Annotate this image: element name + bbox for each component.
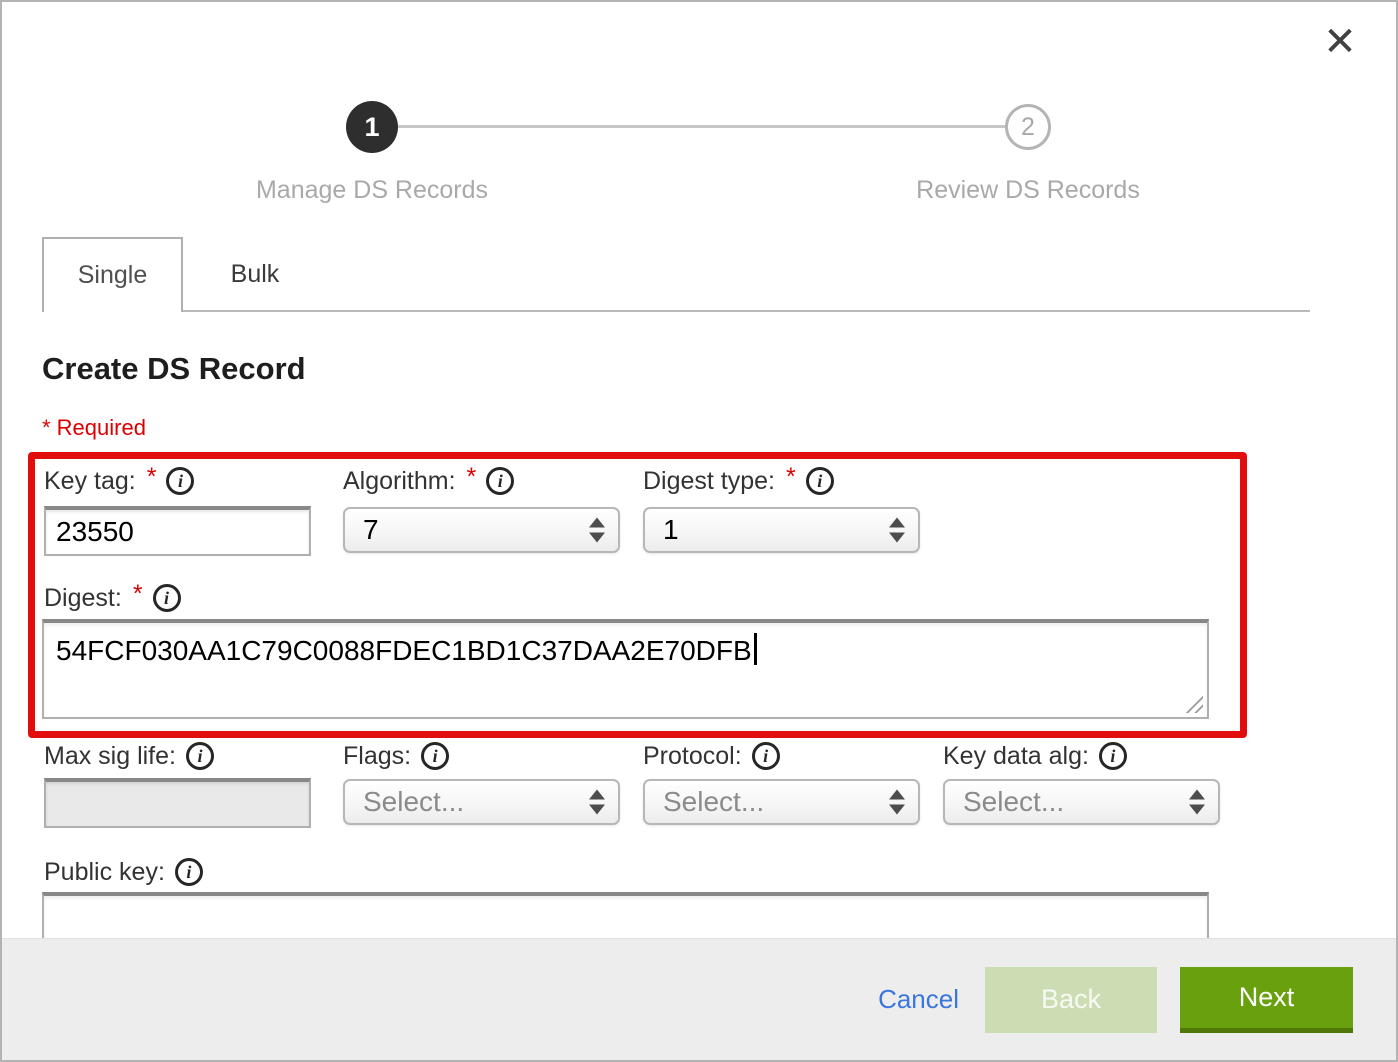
create-ds-record-modal: ✕ 1 2 Manage DS Records Review DS Record…	[0, 0, 1398, 1062]
select-spinner-icon	[1189, 790, 1205, 815]
select-spinner-icon	[589, 518, 605, 543]
required-note: * Required	[42, 415, 146, 441]
public-key-label: Public key: i	[44, 855, 203, 889]
required-asterisk: *	[467, 463, 477, 492]
key-data-alg-label-text: Key data alg:	[943, 742, 1089, 771]
info-icon[interactable]: i	[186, 742, 214, 770]
algorithm-label-text: Algorithm:	[343, 467, 456, 496]
public-key-label-text: Public key:	[44, 858, 165, 887]
info-icon[interactable]: i	[806, 467, 834, 495]
digest-type-label: Digest type: * i	[643, 464, 834, 498]
info-icon[interactable]: i	[421, 742, 449, 770]
protocol-select-value: Select...	[663, 786, 764, 818]
key-data-alg-select-value: Select...	[963, 786, 1064, 818]
algorithm-select-value: 7	[363, 514, 379, 546]
key-tag-label: Key tag: * i	[44, 464, 194, 498]
protocol-label: Protocol: i	[643, 739, 780, 773]
digest-type-select[interactable]: 1	[643, 507, 920, 553]
required-asterisk: *	[786, 463, 796, 492]
algorithm-label: Algorithm: * i	[343, 464, 514, 498]
step-2-indicator: 2	[1005, 104, 1051, 150]
select-spinner-icon	[589, 790, 605, 815]
max-sig-life-input	[44, 778, 311, 828]
algorithm-select[interactable]: 7	[343, 507, 620, 553]
step-connector-line	[398, 125, 1006, 128]
info-icon[interactable]: i	[752, 742, 780, 770]
max-sig-life-label-text: Max sig life:	[44, 742, 176, 771]
digest-textarea[interactable]: 54FCF030AA1C79C0088FDEC1BD1C37DAA2E70DFB	[42, 619, 1209, 719]
flags-select-value: Select...	[363, 786, 464, 818]
info-icon[interactable]: i	[153, 584, 181, 612]
select-spinner-icon	[889, 790, 905, 815]
digest-value: 54FCF030AA1C79C0088FDEC1BD1C37DAA2E70DFB	[56, 635, 752, 666]
tab-bulk[interactable]: Bulk	[183, 239, 327, 310]
max-sig-life-label: Max sig life: i	[44, 739, 214, 773]
info-icon[interactable]: i	[1099, 742, 1127, 770]
info-icon[interactable]: i	[486, 467, 514, 495]
required-asterisk: *	[147, 463, 157, 492]
key-data-alg-label: Key data alg: i	[943, 739, 1127, 773]
modal-footer: Cancel Back Next	[2, 938, 1396, 1060]
protocol-label-text: Protocol:	[643, 742, 742, 771]
protocol-select[interactable]: Select...	[643, 779, 920, 825]
back-button[interactable]: Back	[985, 967, 1157, 1033]
page-title: Create DS Record	[42, 351, 306, 387]
close-icon[interactable]: ✕	[1316, 18, 1364, 66]
digest-label-text: Digest:	[44, 584, 122, 613]
flags-label: Flags: i	[343, 739, 449, 773]
tab-single[interactable]: Single	[42, 237, 183, 312]
cancel-button[interactable]: Cancel	[878, 984, 959, 1015]
required-asterisk: *	[133, 580, 143, 609]
tab-strip-divider	[183, 310, 1310, 312]
next-button[interactable]: Next	[1180, 967, 1353, 1033]
flags-select[interactable]: Select...	[343, 779, 620, 825]
step-1-label: Manage DS Records	[200, 176, 544, 205]
digest-type-select-value: 1	[663, 514, 679, 546]
digest-label: Digest: * i	[44, 581, 181, 615]
step-1-indicator: 1	[346, 101, 398, 153]
digest-type-label-text: Digest type:	[643, 467, 775, 496]
key-tag-label-text: Key tag:	[44, 467, 136, 496]
resize-grip-icon[interactable]	[1183, 693, 1203, 713]
key-data-alg-select[interactable]: Select...	[943, 779, 1220, 825]
info-icon[interactable]: i	[166, 467, 194, 495]
select-spinner-icon	[889, 518, 905, 543]
text-cursor	[754, 633, 757, 665]
step-2-label: Review DS Records	[856, 176, 1200, 205]
key-tag-input[interactable]	[44, 506, 311, 556]
info-icon[interactable]: i	[175, 858, 203, 886]
flags-label-text: Flags:	[343, 742, 411, 771]
